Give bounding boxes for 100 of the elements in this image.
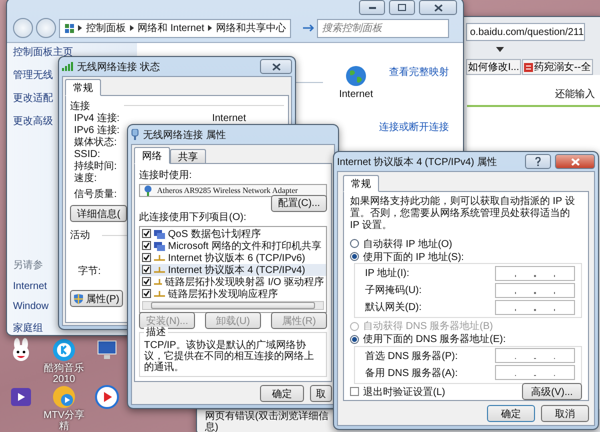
breadcrumb-item[interactable]: 网络和 Internet xyxy=(138,21,204,35)
field-label: 此连接使用下列项目(O): xyxy=(139,210,248,224)
list-item[interactable]: 链路层拓扑发现响应程序 xyxy=(140,288,326,300)
window-title: 无线网络连接 属性 xyxy=(143,128,227,142)
view-map-link[interactable]: 查看完整映射 xyxy=(389,65,449,79)
configure-button[interactable]: 配置(C)... xyxy=(270,194,327,212)
checkbox[interactable] xyxy=(142,289,151,298)
checkbox[interactable] xyxy=(350,387,359,396)
disc-icon xyxy=(52,385,76,409)
help-button[interactable] xyxy=(525,154,551,169)
checkbox[interactable] xyxy=(142,277,151,286)
cancel-button[interactable]: 取消 xyxy=(541,405,589,422)
field-label: 速度: xyxy=(74,172,97,185)
advanced-button[interactable]: 高级(V)... xyxy=(522,383,582,400)
close-button[interactable] xyxy=(555,154,595,169)
breadcrumb-item[interactable]: 控制面板 xyxy=(86,21,126,35)
tab[interactable]: 常规 xyxy=(343,175,379,192)
close-button[interactable] xyxy=(419,0,457,15)
music-app-icon xyxy=(52,338,76,362)
list-item[interactable]: Microsoft 网络的文件和打印机共享 xyxy=(140,240,326,252)
list-item[interactable]: Internet 协议版本 6 (TCP/IPv6) xyxy=(140,252,326,264)
sidebar-link[interactable]: 家庭组 xyxy=(13,321,43,335)
ip-address-field[interactable] xyxy=(495,282,575,298)
list-item[interactable]: QoS 数据包计划程序 xyxy=(140,228,326,240)
field-label: 媒体状态: xyxy=(74,136,117,149)
protocol-icon xyxy=(154,266,165,274)
field-label: 字节: xyxy=(78,264,101,278)
radio-button[interactable] xyxy=(350,239,359,248)
field-label: IPv6 连接: xyxy=(74,124,120,136)
connect-link[interactable]: 连接或断开连接 xyxy=(379,120,449,134)
checkbox[interactable] xyxy=(142,265,151,274)
sidebar-link[interactable]: 更改高级 xyxy=(13,114,53,128)
sidebar-link[interactable]: 控制面板主页 xyxy=(13,45,73,59)
minimize-button[interactable] xyxy=(359,0,385,15)
help-icon xyxy=(535,157,541,166)
adapter-icon xyxy=(143,185,153,196)
ip-address-field[interactable] xyxy=(495,365,575,380)
list-item[interactable]: 链路层拓扑发现映射器 I/O 驱动程序 xyxy=(140,276,326,288)
ok-button[interactable]: 确定 xyxy=(260,385,304,402)
sidebar-link[interactable]: Window xyxy=(13,301,49,312)
tab[interactable]: 网络 xyxy=(134,147,170,164)
intro-text: 如果网络支持此功能，则可以获取自动指派的 IP 设置。否则，您需要从网络系统管理员处获得适当的 IP 设置。 xyxy=(350,196,576,232)
list-item[interactable]: Internet 协议版本 4 (TCP/IPv4) xyxy=(140,264,326,276)
page-icon xyxy=(524,62,534,72)
play-icon xyxy=(95,385,119,409)
network-node-label: Internet xyxy=(339,89,373,100)
desktop-icon-label[interactable]: 酷狗音乐 2010 xyxy=(43,363,85,385)
ok-button[interactable]: 确定 xyxy=(487,405,535,422)
field-label: 信号质量: xyxy=(74,188,117,201)
sidebar-link[interactable]: 管理无线 xyxy=(13,68,53,82)
field-label: 持续时间: xyxy=(74,160,117,172)
section-heading: 活动 xyxy=(70,229,90,242)
ip-address-field[interactable] xyxy=(495,266,575,280)
properties-button[interactable]: 属性(P) xyxy=(70,290,124,307)
cancel-button[interactable]: 取 xyxy=(310,385,332,402)
sidebar-link[interactable]: 更改适配 xyxy=(13,91,53,105)
maximize-button[interactable] xyxy=(389,0,415,15)
checkbox-option[interactable]: 退出时验证设置(L) xyxy=(350,385,446,398)
close-icon xyxy=(570,158,580,166)
checkbox[interactable] xyxy=(142,241,151,250)
sidebar-link[interactable]: Internet xyxy=(13,281,47,292)
close-button[interactable] xyxy=(260,59,292,74)
close-icon xyxy=(272,62,280,70)
browser-tab[interactable]: 药宛溺女--全 xyxy=(522,59,593,75)
address-bar[interactable]: o.baidu.com/question/211 xyxy=(466,23,585,41)
radio-option[interactable]: 使用下面的 IP 地址(S): xyxy=(350,250,582,263)
browser-status-bar: 网页有错误(双击浏览详细信息) xyxy=(197,409,337,432)
checkbox[interactable] xyxy=(142,253,151,262)
computer-icon xyxy=(95,338,119,362)
tab[interactable]: 常规 xyxy=(65,79,101,96)
network-icon xyxy=(131,129,139,140)
breadcrumb-item[interactable]: 网络和共享中心 xyxy=(216,21,286,35)
radio-option[interactable]: 自动获得 IP 地址(O) xyxy=(350,237,582,250)
field-label: 子网掩码(U): xyxy=(365,284,422,297)
group-heading: 描述 xyxy=(144,327,168,338)
ip-address-field[interactable] xyxy=(495,348,575,363)
search-field[interactable]: 搜索控制面板 xyxy=(317,18,449,38)
back-button[interactable] xyxy=(13,18,33,38)
window-title: Internet 协议版本 4 (TCP/IPv4) 属性 xyxy=(337,156,498,168)
counter-label: 还能输入 xyxy=(555,88,595,101)
field-value: Internet xyxy=(212,112,246,124)
details-button[interactable]: 详细信息( xyxy=(70,205,128,222)
tab[interactable]: 共享 xyxy=(170,149,206,164)
browser-tab[interactable]: 如何修改I... xyxy=(466,59,522,75)
ip-address-field[interactable] xyxy=(495,300,575,314)
radio-option[interactable]: 使用下面的 DNS 服务器地址(E): xyxy=(350,332,582,346)
radio-button[interactable] xyxy=(350,334,359,344)
protocol-icon xyxy=(154,278,162,286)
horizontal-scrollbar[interactable] xyxy=(142,300,324,310)
minimize-icon xyxy=(368,6,376,9)
protocol-icon xyxy=(154,290,165,298)
forward-button[interactable] xyxy=(36,18,56,38)
close-icon xyxy=(434,4,442,12)
breadcrumb-bar[interactable]: 控制面板 网络和 Internet 网络和共享中心 xyxy=(59,18,291,38)
scrollbar-thumb[interactable] xyxy=(151,302,315,308)
checkbox[interactable] xyxy=(142,229,151,238)
radio-button[interactable] xyxy=(350,252,359,261)
field-label: 备用 DNS 服务器(A): xyxy=(365,366,458,380)
field-label: 首选 DNS 服务器(P): xyxy=(365,350,458,362)
protocol-icon xyxy=(154,254,165,262)
